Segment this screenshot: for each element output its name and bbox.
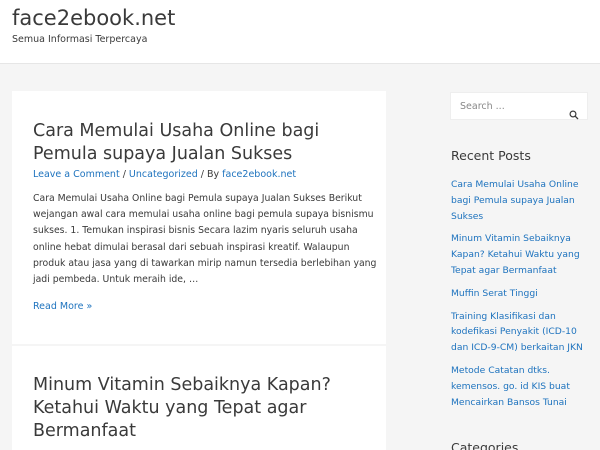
site-header: face2ebook.net Semua Informasi Terpercay… — [0, 0, 600, 64]
article-meta: Leave a Comment / Uncategorized / By fac… — [33, 169, 296, 180]
recent-posts-heading: Recent Posts — [451, 148, 531, 163]
article-excerpt: Cara Memulai Usaha Online bagi Pemula su… — [33, 193, 377, 286]
article-card: Minum Vitamin Sebaiknya Kapan? Ketahui W… — [12, 346, 386, 450]
search-form — [450, 92, 588, 120]
site-description: Semua Informasi Terpercaya — [12, 34, 148, 45]
search-input[interactable] — [451, 93, 566, 119]
recent-posts-list: Cara Memulai Usaha Online bagi Pemula su… — [451, 177, 589, 417]
author-link[interactable]: face2ebook.net — [222, 169, 296, 180]
meta-separator: / — [119, 169, 129, 180]
recent-post-link[interactable]: Minum Vitamin Sebaiknya Kapan? Ketahui W… — [451, 231, 589, 278]
comment-link[interactable]: Leave a Comment — [33, 169, 120, 180]
recent-post-link[interactable]: Training Klasifikasi dan kodefikasi Peny… — [451, 309, 589, 356]
article-title[interactable]: Minum Vitamin Sebaiknya Kapan? Ketahui W… — [33, 374, 353, 443]
category-link[interactable]: Uncategorized — [129, 169, 198, 180]
article-card: Cara Memulai Usaha Online bagi Pemula su… — [12, 91, 386, 344]
read-more-link[interactable]: Read More » — [33, 301, 92, 312]
recent-post-link[interactable]: Muffin Serat Tinggi — [451, 286, 589, 302]
search-icon[interactable] — [569, 110, 579, 120]
article-title[interactable]: Cara Memulai Usaha Online bagi Pemula su… — [33, 120, 378, 166]
recent-post-link[interactable]: Cara Memulai Usaha Online bagi Pemula su… — [451, 177, 589, 224]
meta-by: / By — [197, 169, 223, 180]
categories-heading: Categories — [451, 440, 519, 450]
site-title[interactable]: face2ebook.net — [12, 6, 175, 30]
recent-post-link[interactable]: Metode Catatan dtks. kemensos. go. id KI… — [451, 363, 589, 410]
